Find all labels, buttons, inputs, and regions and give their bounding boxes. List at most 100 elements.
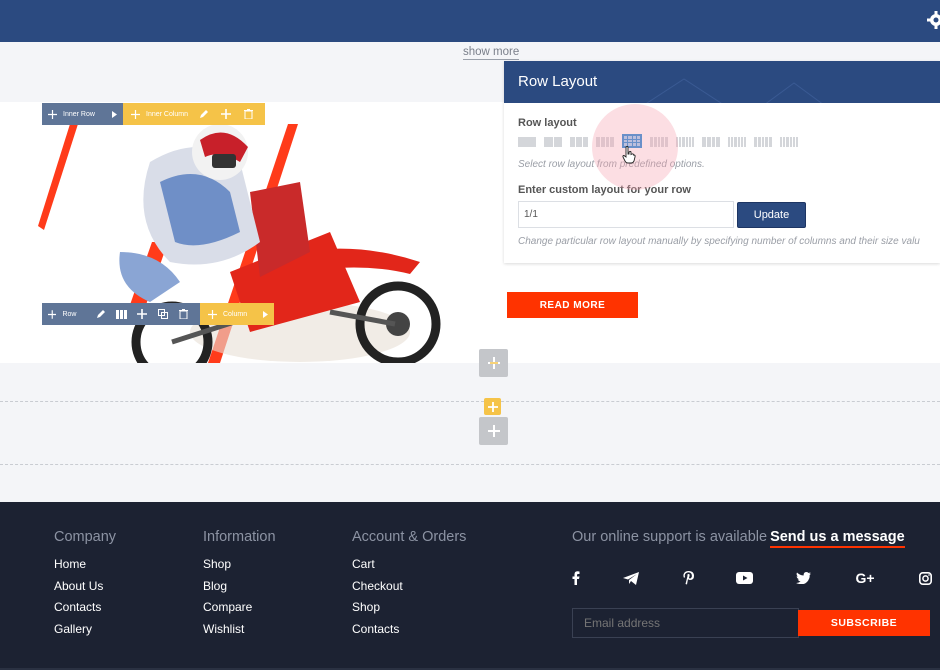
footer-information: Information Shop Blog Compare Wishlist xyxy=(203,529,276,643)
show-more-link[interactable]: show more xyxy=(463,46,520,60)
inner-row-label: Inner Row xyxy=(63,110,95,118)
plus-icon xyxy=(487,401,498,412)
layout-column-block xyxy=(688,137,691,147)
edit-icon[interactable] xyxy=(90,303,111,325)
delete-icon[interactable] xyxy=(173,303,194,325)
layout-column-block xyxy=(769,137,772,147)
clone-icon[interactable] xyxy=(153,303,174,325)
move-icon xyxy=(48,109,57,119)
layout-option-7[interactable] xyxy=(676,137,695,147)
footer-link-cart[interactable]: Cart xyxy=(352,557,466,571)
row-label: Row xyxy=(62,310,77,318)
move-icon xyxy=(131,109,140,119)
instagram-icon[interactable] xyxy=(916,569,934,587)
add-row-button[interactable] xyxy=(479,417,508,445)
layout-column-block xyxy=(728,137,731,147)
footer-company-title: Company xyxy=(54,529,117,545)
layout-column-block xyxy=(789,137,792,147)
facebook-icon[interactable] xyxy=(567,569,585,587)
update-button[interactable]: Update xyxy=(737,202,806,228)
layout-column-block xyxy=(702,137,706,147)
row-layout-label: Row layout xyxy=(518,117,577,129)
layout-option-2[interactable] xyxy=(544,137,562,147)
row-divider xyxy=(0,401,940,402)
layout-option-9[interactable] xyxy=(728,137,747,147)
footer-account-title: Account & Orders xyxy=(352,529,467,545)
footer-link-checkout[interactable]: Checkout xyxy=(352,579,466,593)
footer-link-contacts-account[interactable]: Contacts xyxy=(352,622,466,636)
header-decoration xyxy=(646,78,823,103)
footer-link-contacts[interactable]: Contacts xyxy=(54,600,116,614)
section-divider xyxy=(0,464,940,465)
layout-column-block xyxy=(716,137,720,147)
read-more-button[interactable]: READ MORE xyxy=(507,292,638,318)
layout-column-block xyxy=(685,137,688,147)
add-icon[interactable] xyxy=(132,303,153,325)
content-row: Inner Row Inner Column Row Column xyxy=(0,102,504,363)
send-message-link[interactable]: Send us a message xyxy=(770,529,905,548)
panel-title: Row Layout xyxy=(518,73,598,90)
custom-layout-label: Enter custom layout for your row xyxy=(518,184,691,196)
footer-link-blog[interactable]: Blog xyxy=(203,579,276,593)
custom-layout-input[interactable] xyxy=(518,201,734,228)
layout-column-block xyxy=(706,137,711,147)
inner-row-handle[interactable]: Inner Row xyxy=(42,103,123,125)
move-icon xyxy=(48,309,57,319)
telegram-icon[interactable] xyxy=(622,569,640,587)
footer-link-compare[interactable]: Compare xyxy=(203,600,276,614)
layout-column-block xyxy=(780,137,783,147)
inner-column-handle[interactable]: Inner Column xyxy=(123,103,265,125)
delete-icon[interactable] xyxy=(237,103,259,125)
layout-option-1[interactable] xyxy=(518,137,536,147)
row-toolbar: Row Column xyxy=(42,303,274,325)
layout-column-block xyxy=(544,137,553,147)
gear-icon[interactable] xyxy=(926,10,940,30)
row-handle[interactable]: Row xyxy=(42,303,200,325)
youtube-icon[interactable] xyxy=(735,569,753,587)
layout-option-11[interactable] xyxy=(780,137,799,147)
layout-column-block xyxy=(761,137,765,147)
column-handle[interactable]: Column xyxy=(200,303,274,325)
hand-cursor-icon xyxy=(622,146,636,164)
email-input[interactable] xyxy=(572,608,799,638)
layout-column-block xyxy=(795,137,799,147)
row-layout-panel: Row Layout Row layout Select row layout … xyxy=(504,61,940,263)
layout-column-block xyxy=(757,137,761,147)
footer-link-about[interactable]: About Us xyxy=(54,579,116,593)
pinterest-icon[interactable] xyxy=(679,569,697,587)
footer-company: Company Home About Us Contacts Gallery xyxy=(54,529,116,643)
inner-column-label: Inner Column xyxy=(146,110,189,118)
columns-layout-icon[interactable] xyxy=(111,303,132,325)
footer-link-shop[interactable]: Shop xyxy=(203,557,276,571)
layout-column-block xyxy=(553,137,562,147)
twitter-icon[interactable] xyxy=(794,569,812,587)
add-element-button[interactable] xyxy=(479,349,508,377)
caret-right-icon xyxy=(263,310,268,318)
layout-column-block xyxy=(682,137,685,147)
google-plus-icon[interactable]: G+ xyxy=(854,569,876,587)
layout-column-block xyxy=(731,137,734,147)
layout-column-block xyxy=(737,137,740,147)
panel-header: Row Layout xyxy=(504,61,940,103)
footer-link-home[interactable]: Home xyxy=(54,557,116,571)
support-text: Our online support is available xyxy=(572,529,768,545)
layout-option-8[interactable] xyxy=(702,137,720,147)
plus-icon xyxy=(487,357,500,369)
edit-icon[interactable] xyxy=(193,103,215,125)
add-icon[interactable] xyxy=(215,103,237,125)
add-column-button[interactable] xyxy=(484,398,501,415)
footer-information-title: Information xyxy=(203,529,276,545)
footer-link-wishlist[interactable]: Wishlist xyxy=(203,622,276,636)
inner-row-toolbar: Inner Row Inner Column xyxy=(42,103,265,125)
subscribe-button[interactable]: SUBSCRIBE xyxy=(798,610,930,636)
caret-right-icon xyxy=(112,110,117,118)
layout-column-block xyxy=(743,137,747,147)
layout-option-10[interactable] xyxy=(754,137,772,147)
layout-column-block xyxy=(765,137,769,147)
admin-topbar xyxy=(0,0,940,42)
layout-column-block xyxy=(754,137,757,147)
footer-link-gallery[interactable]: Gallery xyxy=(54,622,116,636)
layout-option-3[interactable] xyxy=(570,137,588,147)
layout-column-block xyxy=(740,137,743,147)
footer-link-shop-account[interactable]: Shop xyxy=(352,600,466,614)
